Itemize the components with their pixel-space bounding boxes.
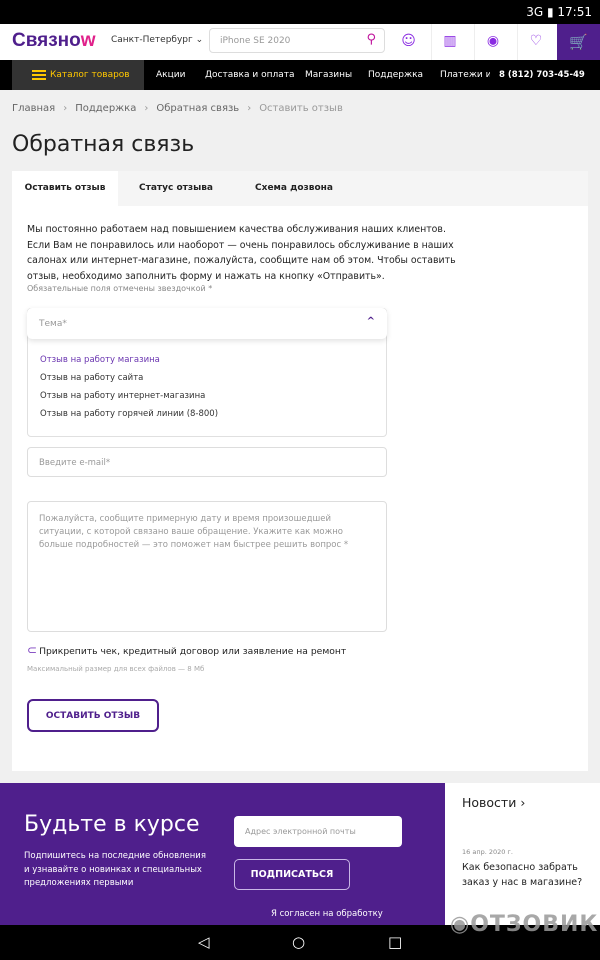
menu-icon — [32, 70, 46, 80]
consent-label[interactable]: Я согласен на обработку — [271, 909, 383, 919]
search-placeholder: iPhone SE 2020 — [220, 36, 291, 46]
news-title-link[interactable]: Новости › — [462, 795, 525, 810]
phone-number[interactable]: 8 (812) 703-45-49 — [499, 70, 585, 80]
watermark-logo: ◉ОТЗОВИК — [450, 912, 599, 937]
subscribe-button[interactable]: ПОДПИСАТЬСЯ — [234, 859, 350, 890]
nav-item[interactable]: Магазины — [305, 70, 352, 80]
email-field[interactable]: Введите e-mail* — [27, 447, 387, 477]
attach-file-link[interactable]: ⊂ Прикрепить чек, кредитный договор или з… — [27, 643, 346, 657]
topic-option[interactable]: Отзыв на работу магазина — [40, 355, 160, 365]
compare-icon[interactable]: ▥ — [431, 24, 468, 60]
search-input[interactable]: iPhone SE 2020 ⚲ — [209, 28, 385, 53]
breadcrumb-item[interactable]: Главная — [12, 103, 55, 114]
main-nav: Каталог товаров Акции Доставка и оплата … — [0, 60, 600, 90]
breadcrumb-current: Оставить отзыв — [259, 103, 343, 114]
clock: 17:51 — [557, 5, 592, 19]
tabs: Оставить отзыв Статус отзыва Схема дозво… — [12, 171, 588, 206]
topic-option[interactable]: Отзыв на работу горячей линии (8-800) — [40, 409, 218, 419]
tab-leave-review[interactable]: Оставить отзыв — [12, 171, 118, 206]
tab-review-status[interactable]: Статус отзыва — [118, 171, 234, 206]
nav-item[interactable]: Доставка и оплата — [205, 70, 295, 80]
intro-text: Мы постоянно работаем над повышением кач… — [27, 224, 456, 282]
breadcrumb-item[interactable]: Поддержка — [75, 103, 136, 114]
subscribe-desc: Подпишитесь на последние обновления и уз… — [24, 851, 206, 888]
chevron-up-icon: ^ — [366, 316, 375, 327]
required-note: Обязательные поля отмечены звездочкой * — [27, 284, 213, 293]
message-textarea[interactable]: Пожалуйста, сообщите примерную дату и вр… — [27, 501, 387, 632]
tab-call-scheme[interactable]: Схема дозвона — [234, 171, 354, 206]
topic-select[interactable]: Тема* ^ — [27, 308, 387, 339]
home-icon[interactable]: ○ — [292, 933, 305, 951]
user-icon[interactable]: ☺ — [390, 24, 427, 60]
city-label: Санкт-Петербург — [111, 35, 193, 45]
topic-placeholder: Тема* — [39, 319, 67, 329]
nav-item[interactable]: Акции — [156, 70, 185, 80]
paperclip-icon: ⊂ — [27, 643, 38, 657]
news-headline[interactable]: Как безопасно забрать заказ у нас в мага… — [462, 860, 592, 890]
breadcrumb: Главная › Поддержка › Обратная связь › Оставит… — [12, 103, 343, 114]
submit-review-button[interactable]: ОСТАВИТЬ ОТЗЫВ — [27, 699, 159, 732]
chevron-down-icon: ⌄ — [195, 35, 204, 45]
recents-icon[interactable]: □ — [388, 933, 402, 951]
back-icon[interactable]: ◁ — [198, 933, 210, 951]
search-icon[interactable]: ⚲ — [366, 32, 376, 47]
news-date: 16 апр. 2020 г. — [462, 848, 513, 856]
city-selector[interactable]: Санкт-Петербург ⌄ — [111, 35, 203, 45]
max-size-note: Максимальный размер для всех файлов — 8 … — [27, 665, 205, 673]
cart-icon[interactable]: 🛒 — [557, 24, 600, 60]
nav-item[interactable]: Платежи и — [440, 70, 490, 80]
heart-icon[interactable]: ♡ — [517, 24, 554, 60]
nav-item[interactable]: Поддержка — [368, 70, 423, 80]
catalog-button[interactable]: Каталог товаров — [12, 60, 144, 90]
subscribe-title: Будьте в курсе — [24, 812, 200, 837]
header: Связноw Санкт-Петербург ⌄ iPhone SE 2020… — [0, 24, 600, 60]
network-indicator: 3G — [526, 5, 544, 19]
eye-icon[interactable]: ◉ — [474, 24, 511, 60]
topic-option[interactable]: Отзыв на работу интернет-магазина — [40, 391, 205, 401]
subscribe-email-input[interactable]: Адрес электронной почты — [234, 816, 402, 847]
page-title: Обратная связь — [12, 132, 195, 157]
logo[interactable]: Связноw — [12, 30, 96, 52]
catalog-label: Каталог товаров — [50, 70, 130, 80]
breadcrumb-item[interactable]: Обратная связь — [156, 103, 239, 114]
status-bar: 3G ▮ 17:51 — [0, 0, 600, 24]
topic-option[interactable]: Отзыв на работу сайта — [40, 373, 143, 383]
attach-label: Прикрепить чек, кредитный договор или за… — [39, 646, 347, 657]
